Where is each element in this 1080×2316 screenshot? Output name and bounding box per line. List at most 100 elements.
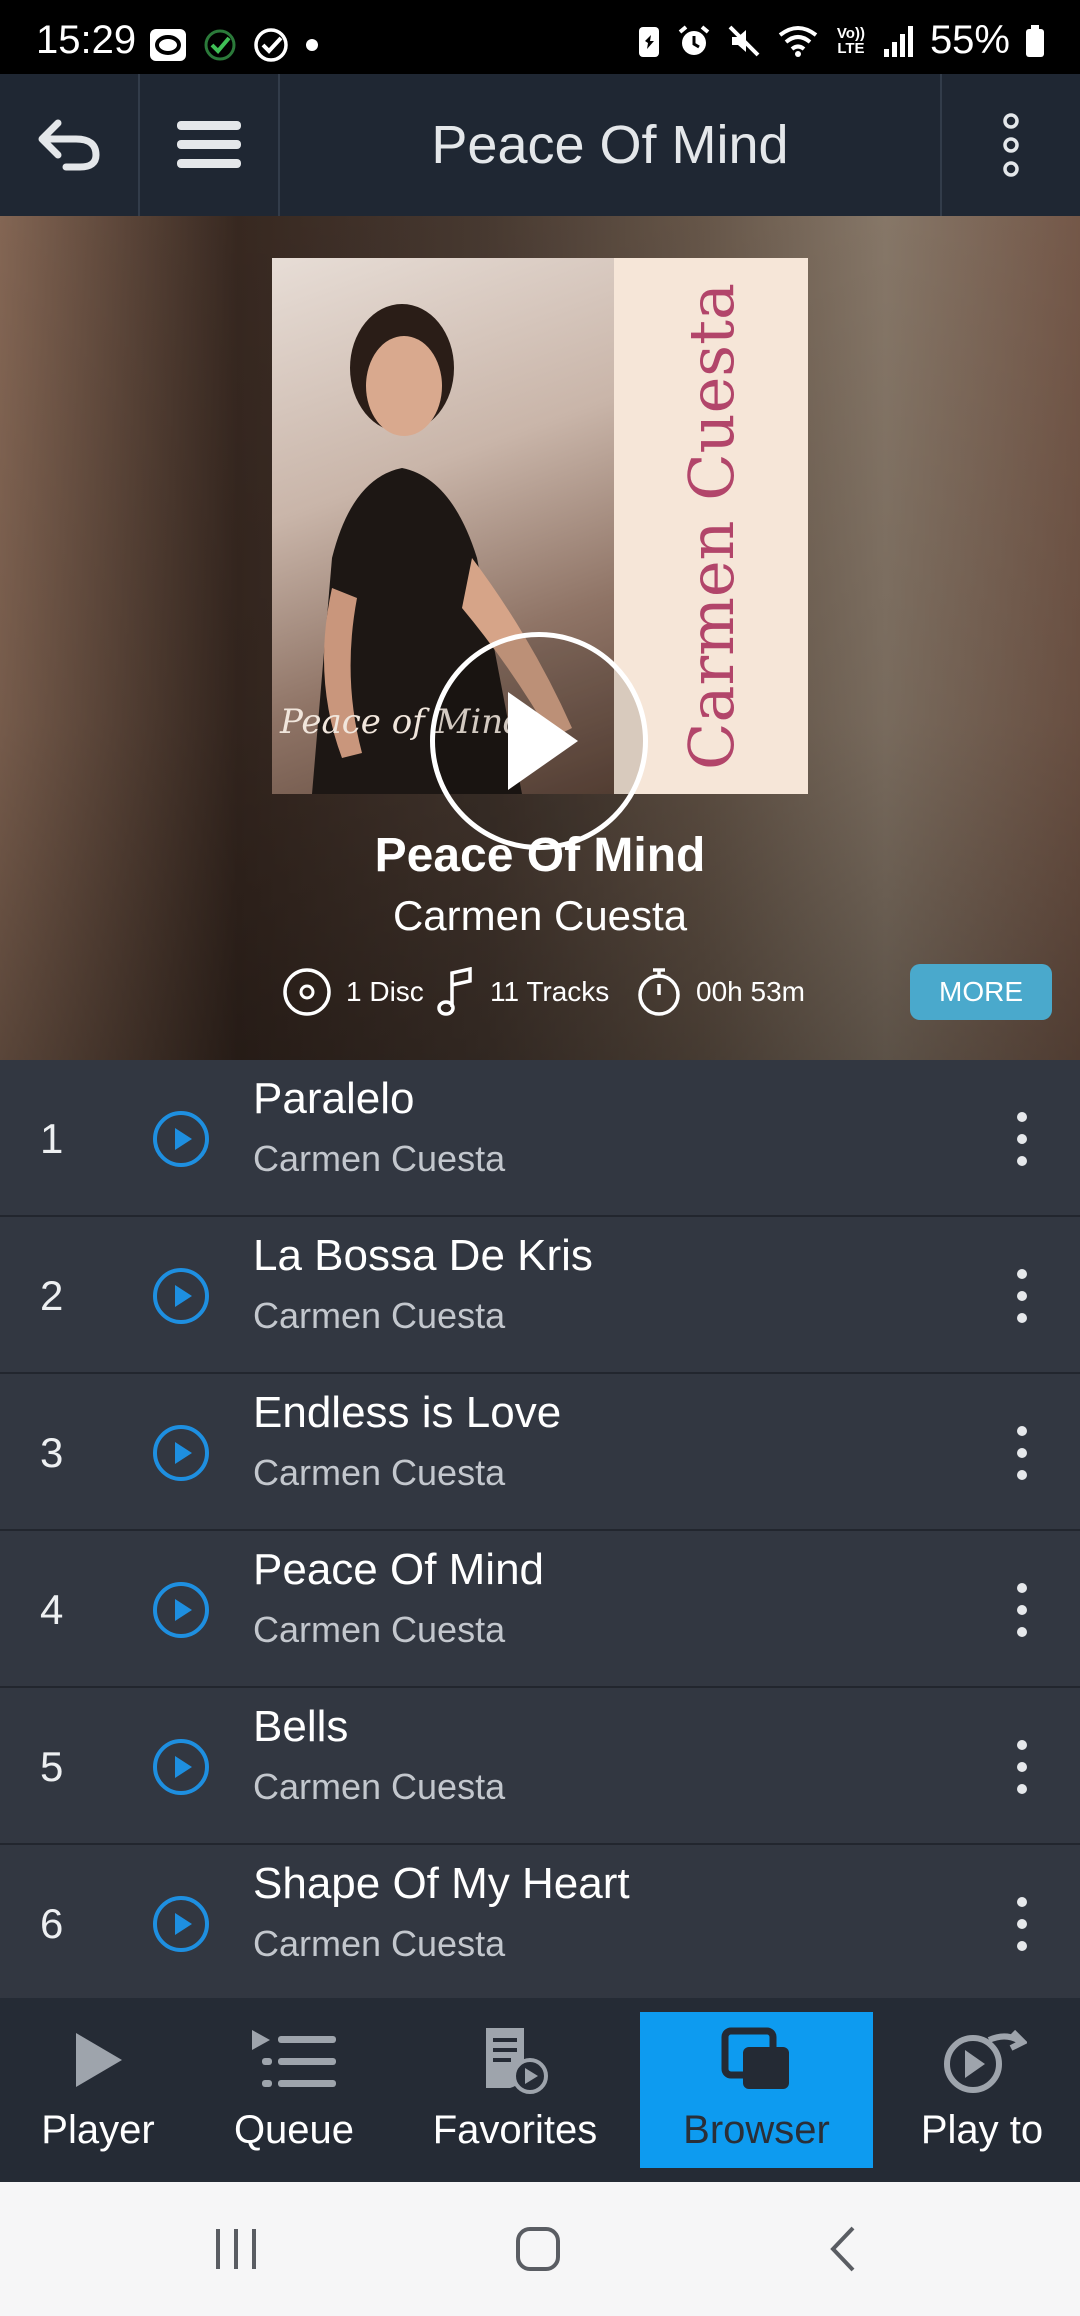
play-to-icon (944, 2029, 1027, 2093)
overflow-menu-button[interactable] (940, 74, 1080, 216)
track-row[interactable]: 3 Endless is Love Carmen Cuesta (0, 1374, 1080, 1531)
nav-favorites[interactable]: Favorites (412, 2012, 618, 2168)
disc-count: 1 Disc (282, 962, 424, 1022)
track-count-label: 11 Tracks (490, 976, 610, 1007)
signal-icon (883, 25, 913, 57)
more-vert-icon (1017, 1269, 1027, 1323)
more-button[interactable]: MORE (910, 964, 1052, 1020)
track-title: Endless is Love (253, 1388, 562, 1437)
more-vert-icon (1017, 1112, 1027, 1166)
track-number: 1 (40, 1115, 64, 1162)
track-artist: Carmen Cuesta (253, 1923, 506, 1964)
nav-player[interactable]: Player (10, 2012, 186, 2168)
play-track-icon[interactable] (152, 1424, 210, 1482)
favorites-icon (486, 2028, 548, 2094)
track-options-button[interactable] (1002, 1414, 1042, 1492)
dot-icon (306, 39, 318, 51)
alarm-icon (678, 24, 710, 55)
more-vert-icon (1003, 113, 1019, 177)
track-options-button[interactable] (1002, 1571, 1042, 1649)
track-artist: Carmen Cuesta (253, 1609, 506, 1650)
status-bar: 15:29 Vo)) LTE 55% (0, 0, 1080, 74)
play-track-icon[interactable] (152, 1267, 210, 1325)
track-options-button[interactable] (1002, 1100, 1042, 1178)
track-options-button[interactable] (1002, 1257, 1042, 1335)
music-note-icon (437, 967, 472, 1016)
track-list: 1 Paralelo Carmen Cuesta 2 La Bossa De K… (0, 1060, 1080, 2002)
track-artist: Carmen Cuesta (253, 1452, 506, 1493)
bottom-navigation: Player Queue Favorites Browser Play to (0, 1998, 1080, 2182)
back-button[interactable] (0, 74, 140, 216)
stopwatch-icon (638, 968, 680, 1016)
track-number: 5 (40, 1743, 64, 1790)
track-options-button[interactable] (1002, 1728, 1042, 1806)
battery-icon (1026, 24, 1044, 57)
recent-apps-button[interactable] (196, 2216, 276, 2282)
track-artist: Carmen Cuesta (253, 1295, 506, 1336)
nav-queue[interactable]: Queue (206, 2012, 382, 2168)
nav-play-to-label: Play to (920, 2108, 1044, 2152)
track-row[interactable]: 4 Peace Of Mind Carmen Cuesta (0, 1531, 1080, 1688)
wifi-icon (778, 25, 818, 57)
check-badge-icon (204, 29, 236, 61)
status-time: 15:29 (36, 18, 137, 62)
more-vert-icon (1017, 1426, 1027, 1480)
back-arrow-icon (38, 119, 100, 171)
play-track-icon[interactable] (152, 1738, 210, 1796)
play-icon (508, 692, 578, 790)
disc-icon (283, 968, 331, 1016)
more-vert-icon (1017, 1583, 1027, 1637)
disc-count-label: 1 Disc (346, 976, 424, 1007)
mute-icon (728, 25, 760, 56)
battery-percent: 55% (929, 18, 1010, 62)
nav-favorites-label: Favorites (432, 2108, 598, 2152)
track-title: Paralelo (253, 1074, 415, 1123)
home-button[interactable] (498, 2216, 578, 2282)
track-number: 2 (40, 1272, 64, 1319)
page-title: Peace Of Mind (431, 115, 789, 175)
system-navigation-bar (0, 2182, 1080, 2316)
top-app-bar: Peace Of Mind (0, 74, 1080, 216)
queue-icon (252, 2030, 336, 2087)
track-title: Peace Of Mind (253, 1545, 545, 1594)
app-notification-icon (150, 29, 186, 61)
album-header: Carmen Cuesta Peace of Mind Peace Of Min… (0, 216, 1080, 1060)
play-icon (76, 2033, 122, 2087)
track-title: Bells (253, 1702, 349, 1751)
track-row[interactable]: 1 Paralelo Carmen Cuesta (0, 1060, 1080, 1217)
album-duration: 00h 53m (636, 962, 805, 1022)
track-row[interactable]: 5 Bells Carmen Cuesta (0, 1688, 1080, 1845)
play-track-icon[interactable] (152, 1581, 210, 1639)
nav-browser[interactable]: Browser (640, 2012, 873, 2168)
check-circle-icon (254, 28, 288, 62)
track-number: 3 (40, 1429, 64, 1476)
home-icon (516, 2227, 560, 2271)
battery-saver-icon (638, 26, 659, 57)
track-artist: Carmen Cuesta (253, 1766, 506, 1807)
recent-apps-icon (216, 2229, 256, 2269)
nav-browser-label: Browser (683, 2108, 830, 2152)
play-track-icon[interactable] (152, 1110, 210, 1168)
track-title: Shape Of My Heart (253, 1859, 630, 1908)
nav-queue-label: Queue (233, 2108, 355, 2152)
track-options-button[interactable] (1002, 1885, 1042, 1963)
nav-player-label: Player (41, 2108, 155, 2152)
nav-play-to[interactable]: Play to (894, 2012, 1070, 2168)
track-row[interactable]: 2 La Bossa De Kris Carmen Cuesta (0, 1217, 1080, 1374)
play-track-icon[interactable] (152, 1895, 210, 1953)
album-artist: Carmen Cuesta (392, 892, 688, 939)
hamburger-menu-icon (177, 121, 241, 168)
system-back-button[interactable] (802, 2216, 882, 2282)
lte-indicator: Vo)) LTE (836, 24, 865, 57)
browser-icon (721, 2027, 789, 2089)
more-vert-icon (1017, 1740, 1027, 1794)
back-chevron-icon (830, 2226, 855, 2272)
play-album-button[interactable] (430, 632, 648, 850)
duration-label: 00h 53m (696, 976, 805, 1007)
more-vert-icon (1017, 1897, 1027, 1951)
album-title: Peace Of Mind (374, 829, 706, 882)
track-row[interactable]: 6 Shape Of My Heart Carmen Cuesta (0, 1845, 1080, 2002)
menu-button[interactable] (140, 74, 280, 216)
status-system-icons: Vo)) LTE 55% (636, 18, 1046, 63)
status-notification-icons (148, 26, 320, 64)
